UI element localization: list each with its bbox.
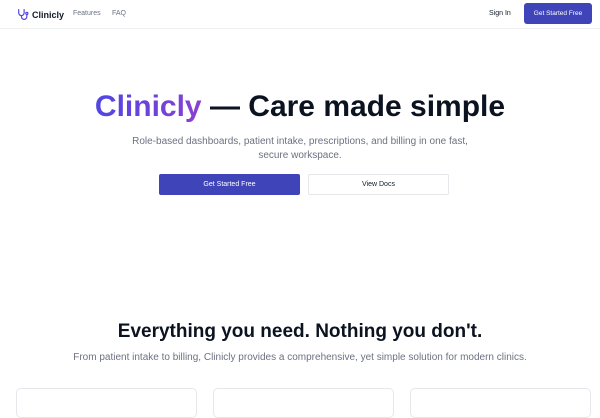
brand-name: Clinicly <box>32 9 65 20</box>
feature-card <box>410 388 591 418</box>
stethoscope-icon <box>18 9 29 20</box>
hero-title-brand: Clinicly <box>94 90 202 123</box>
sign-in-link[interactable]: Sign In <box>489 9 511 19</box>
get-started-button[interactable]: Get Started Free <box>159 174 300 195</box>
hero-title-tagline: — Care made simple <box>201 90 506 123</box>
features-title: Everything you need. Nothing you don't. <box>117 321 483 342</box>
nav-link-faq[interactable]: FAQ <box>112 9 126 19</box>
feature-card <box>213 388 394 418</box>
brand[interactable]: Clinicly <box>16 8 64 21</box>
nav-get-started-button[interactable]: Get Started Free <box>524 3 592 24</box>
hero-subtitle: Role-based dashboards, patient intake, p… <box>132 136 468 161</box>
nav-link-features[interactable]: Features <box>73 9 101 19</box>
view-docs-button[interactable]: View Docs <box>308 174 449 195</box>
features-subtitle: From patient intake to billing, Clinicly… <box>73 352 527 363</box>
top-nav: Clinicly Features FAQ Sign In Get Starte… <box>0 0 600 29</box>
hero-title: Clinicly — Care made simple <box>0 88 600 126</box>
feature-card <box>16 388 197 418</box>
